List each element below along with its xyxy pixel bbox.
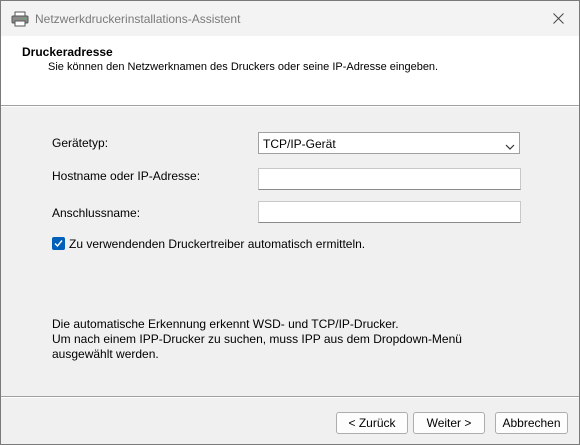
chevron-down-icon	[505, 140, 515, 150]
port-name-input[interactable]	[258, 201, 521, 223]
cancel-button[interactable]: Abbrechen	[495, 412, 568, 434]
auto-detect-checkbox[interactable]	[52, 237, 65, 250]
page-subtitle: Sie können den Netzwerknamen des Drucker…	[48, 61, 439, 73]
printer-icon	[11, 11, 29, 27]
footer-divider-highlight	[1, 397, 579, 398]
info-text-line-1: Die automatische Erkennung erkennt WSD- …	[52, 317, 399, 331]
info-text-line-2: Um nach einem IPP-Drucker zu suchen, mus…	[52, 332, 462, 346]
wizard-window: Netzwerkdruckerinstallations-Assistent D…	[0, 0, 580, 445]
back-button[interactable]: < Zurück	[336, 412, 408, 434]
page-title: Druckeradresse	[22, 45, 113, 59]
device-type-label: Gerätetyp:	[52, 136, 109, 150]
close-button[interactable]	[539, 1, 579, 36]
device-type-value: TCP/IP-Gerät	[263, 137, 336, 151]
title-bar: Netzwerkdruckerinstallations-Assistent	[1, 1, 579, 36]
device-type-select[interactable]: TCP/IP-Gerät	[258, 132, 520, 154]
checkmark-icon	[54, 240, 63, 248]
wizard-header: Druckeradresse Sie können den Netzwerkna…	[1, 36, 579, 105]
header-divider-highlight	[1, 106, 579, 107]
next-button[interactable]: Weiter >	[413, 412, 485, 434]
window-title: Netzwerkdruckerinstallations-Assistent	[35, 12, 241, 26]
info-text-line-3: ausgewählt werden.	[52, 347, 159, 361]
auto-detect-label[interactable]: Zu verwendenden Druckertreiber automatis…	[69, 237, 365, 251]
hostname-input[interactable]	[258, 168, 521, 190]
port-name-label: Anschlussname:	[52, 206, 141, 220]
hostname-label: Hostname oder IP-Adresse:	[52, 169, 201, 183]
close-icon	[553, 13, 564, 24]
